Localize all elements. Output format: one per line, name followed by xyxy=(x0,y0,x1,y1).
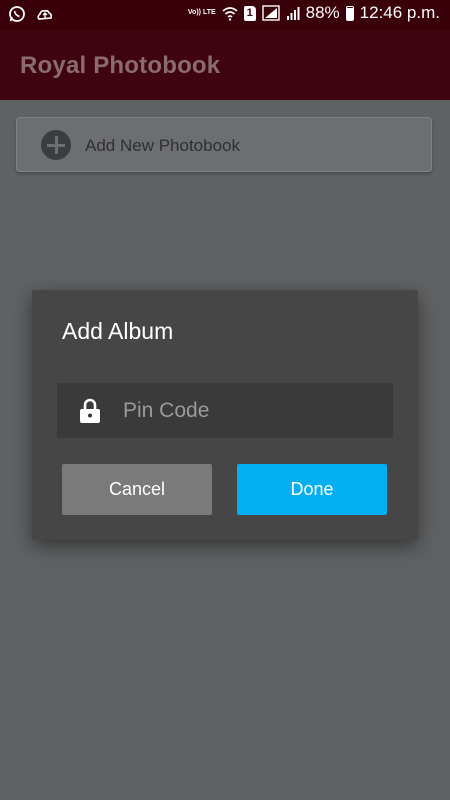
status-bar-notifications xyxy=(8,5,54,23)
battery-icon xyxy=(345,5,354,21)
sim-icon: 1 xyxy=(243,5,256,21)
done-button[interactable]: Done xyxy=(237,464,387,515)
battery-percentage: 88% xyxy=(305,3,340,22)
app-title: Royal Photobook xyxy=(20,52,221,79)
whatsapp-icon xyxy=(9,6,25,22)
add-new-photobook-button[interactable]: Add New Photobook xyxy=(16,117,432,172)
pin-code-input[interactable] xyxy=(123,391,383,431)
add-new-photobook-label: Add New Photobook xyxy=(85,136,240,155)
app-bar: Royal Photobook xyxy=(0,30,450,100)
pin-code-field[interactable] xyxy=(57,383,393,438)
status-bar-system: Vo)) LTE 1 88% 12:46 p.m. xyxy=(188,3,440,23)
status-bar: Vo)) LTE 1 88% 12:46 p.m. xyxy=(0,0,450,30)
volte-icon: Vo)) LTE xyxy=(187,9,216,16)
cancel-button[interactable]: Cancel xyxy=(62,464,212,515)
add-album-dialog: Add Album Cancel Done xyxy=(32,290,418,540)
add-circle-icon xyxy=(41,130,71,160)
clock: 12:46 p.m. xyxy=(359,3,440,22)
wifi-icon xyxy=(222,7,238,21)
signal-bars-icon xyxy=(286,7,300,20)
cloud-upload-icon xyxy=(37,9,53,20)
lock-icon xyxy=(80,398,100,423)
dialog-title: Add Album xyxy=(62,318,174,344)
signal-icon xyxy=(261,5,280,21)
